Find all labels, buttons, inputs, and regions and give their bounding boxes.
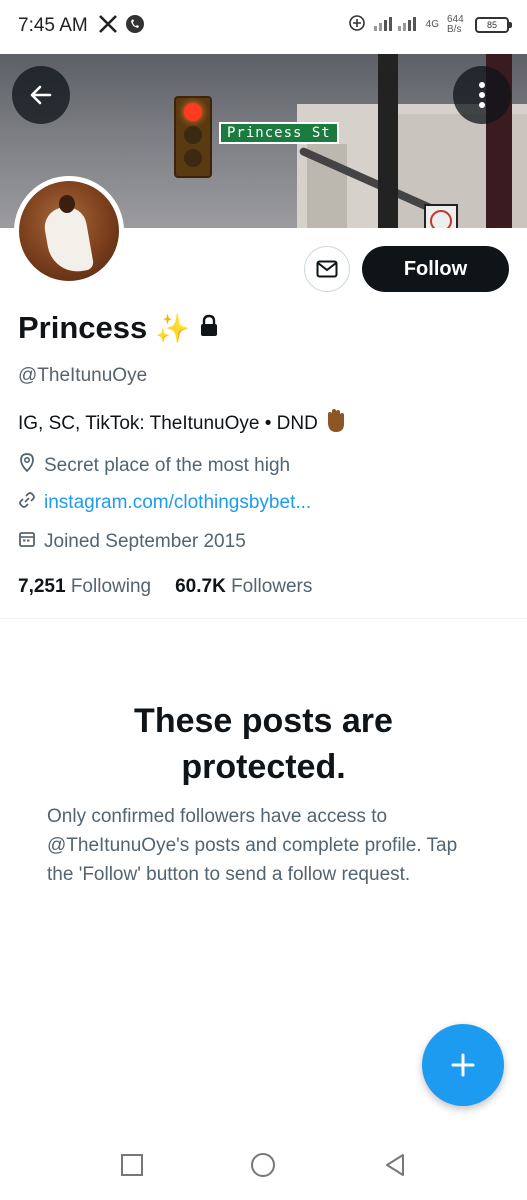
following-link[interactable]: 7,251 Following (18, 576, 151, 598)
whatsapp-icon (124, 13, 146, 40)
user-handle: @TheItunuOye (18, 365, 148, 386)
protected-title-line2: protected. (181, 748, 346, 786)
avatar-image (19, 181, 119, 281)
followers-count: 60.7K (175, 576, 226, 597)
battery-icon: 85 (475, 16, 512, 33)
location-row: Secret place of the most high (18, 453, 290, 479)
square-icon (121, 1154, 143, 1176)
calendar-icon (18, 530, 36, 554)
joined-text: Joined September 2015 (44, 531, 246, 552)
plus-icon (451, 1053, 475, 1077)
divider (0, 618, 527, 619)
protected-title-line1: These posts are (134, 702, 393, 740)
network-type: 4G (425, 19, 439, 30)
display-name-row: Princess ✨ (18, 310, 220, 346)
data-saver-icon (348, 14, 366, 35)
bio: IG, SC, TikTok: TheItunuOye • DND (18, 408, 346, 440)
bio-text: IG, SC, TikTok: TheItunuOye • DND (18, 413, 318, 434)
street-sign: Princess St (219, 122, 339, 144)
location-text: Secret place of the most high (44, 455, 291, 476)
triangle-back-icon (386, 1154, 404, 1176)
envelope-icon (316, 260, 338, 278)
avatar[interactable] (14, 176, 124, 286)
following-count: 7,251 (18, 576, 66, 597)
more-vertical-icon (479, 82, 485, 108)
message-button[interactable] (304, 246, 350, 292)
status-time: 7:45 AM (18, 15, 88, 36)
following-label: Following (70, 576, 152, 597)
status-bar: 7:45 AM 4G 644 B/s 85 (0, 0, 527, 54)
follow-counts: 7,251 Following 60.7K Followers (18, 576, 312, 598)
more-options-button[interactable] (453, 66, 511, 124)
traffic-light (174, 96, 212, 178)
compose-post-button[interactable] (422, 1024, 504, 1106)
signal-icon (373, 14, 418, 35)
back-button[interactable] (12, 66, 70, 124)
joined-row: Joined September 2015 (18, 530, 246, 554)
battery-level: 85 (486, 19, 497, 30)
system-nav-bar (0, 1128, 527, 1200)
display-name: Princess (18, 310, 148, 345)
x-logo-icon (98, 14, 118, 39)
followers-link[interactable]: 60.7K Followers (175, 576, 312, 598)
home-button[interactable] (248, 1150, 278, 1180)
website-link[interactable]: instagram.com/clothingsbybet... (44, 492, 311, 514)
raised-hand-icon (324, 408, 346, 440)
sparkles-icon: ✨ (155, 312, 191, 344)
protected-title: These posts are protected. (0, 698, 527, 790)
data-speed: 644 B/s (447, 13, 464, 35)
circle-icon (251, 1153, 275, 1177)
followers-label: Followers (231, 576, 313, 597)
protected-message: Only confirmed followers have access to … (47, 806, 458, 885)
back-nav-button[interactable] (380, 1150, 410, 1180)
website-row: instagram.com/clothingsbybet... (18, 491, 311, 515)
location-pin-icon (18, 453, 36, 479)
lock-icon (198, 314, 220, 343)
recent-apps-button[interactable] (117, 1150, 147, 1180)
follow-button[interactable]: Follow (362, 246, 509, 292)
link-icon (18, 491, 36, 515)
back-arrow-icon (30, 85, 52, 105)
traffic-sign (424, 204, 458, 228)
